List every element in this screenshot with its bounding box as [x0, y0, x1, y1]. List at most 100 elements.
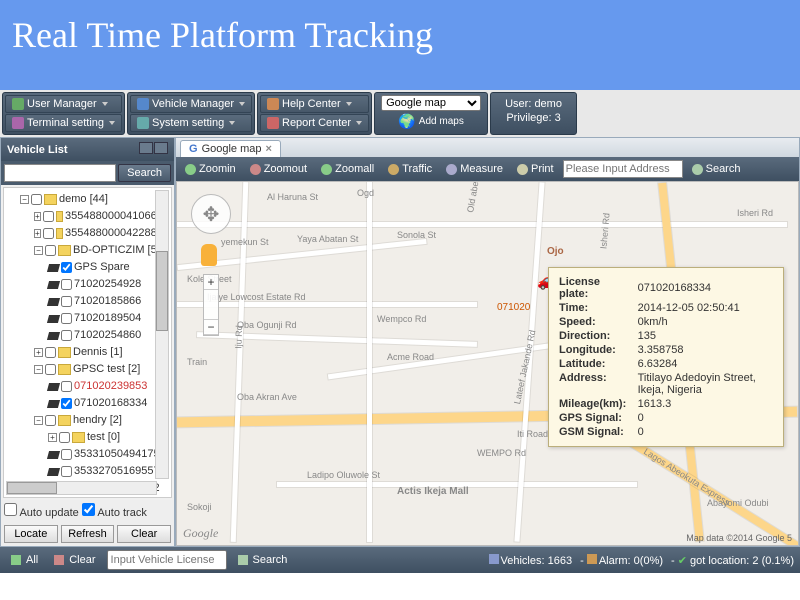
road-label: Wempco Rd [377, 314, 426, 324]
node-checkbox[interactable] [45, 245, 56, 256]
map-canvas[interactable]: Al Haruna St Ogd Yaya Abatan St Sonola S… [176, 181, 799, 546]
zoom-minus[interactable]: − [204, 320, 218, 335]
node-checkbox[interactable] [45, 415, 56, 426]
vehicle-search-button[interactable]: Search [118, 164, 171, 182]
zoom-control[interactable]: +− [203, 274, 219, 336]
toggle-icon[interactable]: − [34, 246, 43, 255]
tree-item[interactable]: GPS Spare [74, 259, 130, 276]
vehicle-list-title: Vehicle List [7, 144, 68, 156]
pegman-icon[interactable] [201, 244, 217, 266]
info-longitude: 3.358758 [638, 344, 773, 356]
toggle-icon[interactable]: + [34, 229, 41, 238]
node-checkbox[interactable] [61, 398, 72, 409]
tree-item[interactable]: 71020254860 [74, 327, 141, 344]
tree-item[interactable]: 353310504941754 [74, 446, 166, 463]
tree-item-demo[interactable]: demo [44] [59, 191, 108, 208]
toggle-icon[interactable]: + [48, 433, 57, 442]
system-setting-button[interactable]: System setting [130, 114, 252, 132]
system-setting-label: System setting [152, 117, 224, 129]
auto-track-checkbox[interactable] [82, 503, 95, 516]
road-label: Old abe [465, 181, 480, 213]
map-type-select[interactable]: Google map [381, 95, 481, 111]
add-maps-button[interactable]: 🌍Add maps [398, 113, 463, 130]
tree-item[interactable]: 71020185866 [74, 293, 141, 310]
license-search-button[interactable]: Search [233, 552, 293, 568]
panel-controls [138, 142, 168, 157]
zoomall-button[interactable]: Zoomall [316, 161, 379, 177]
tree-item[interactable]: 355488000042288 [1 [65, 225, 169, 242]
node-checkbox[interactable] [59, 432, 70, 443]
measure-button[interactable]: Measure [441, 161, 508, 177]
device-icon [47, 468, 60, 476]
node-checkbox[interactable] [45, 364, 56, 375]
vehicle-icon [137, 98, 149, 110]
node-checkbox[interactable] [31, 194, 42, 205]
node-checkbox[interactable] [43, 211, 54, 222]
tree-hscrollbar[interactable] [6, 481, 157, 495]
help-center-button[interactable]: Help Center [260, 95, 369, 113]
license-search-input[interactable] [107, 550, 227, 570]
tree-item[interactable]: GPSC test [2] [73, 361, 140, 378]
road-label: Sokoji [187, 502, 212, 512]
terminal-setting-button[interactable]: Terminal setting [5, 114, 122, 132]
print-icon [517, 164, 528, 175]
tree-item[interactable]: 355488000041066 [1 [65, 208, 169, 225]
pan-control[interactable] [191, 194, 231, 234]
auto-update-checkbox[interactable] [4, 503, 17, 516]
vehicle-search-input[interactable] [4, 164, 116, 182]
tree-item[interactable]: test [0] [87, 429, 120, 446]
node-checkbox[interactable] [45, 347, 56, 358]
clear-button[interactable]: Clear [117, 525, 171, 543]
report-center-button[interactable]: Report Center [260, 114, 369, 132]
zoom-plus[interactable]: + [204, 275, 218, 290]
tab-close-button[interactable]: × [266, 143, 272, 155]
node-checkbox[interactable] [61, 330, 72, 341]
traffic-button[interactable]: Traffic [383, 161, 437, 177]
tree-item[interactable]: 71020189504 [74, 310, 141, 327]
vehicle-tree[interactable]: − demo [44] +355488000041066 [1 +35548800… [3, 187, 172, 498]
place-label: Ojo [547, 246, 564, 257]
tree-vscrollbar[interactable] [155, 190, 169, 479]
node-checkbox[interactable] [61, 381, 72, 392]
tree-item-selected[interactable]: 071020168334 [74, 395, 147, 412]
map-tab[interactable]: G Google map × [180, 140, 281, 157]
tree-item[interactable]: 071020239853 [74, 378, 147, 395]
tree-item[interactable]: 353327051695578 [74, 463, 166, 480]
info-gsm: 0 [638, 426, 773, 438]
toggle-icon[interactable]: + [34, 348, 43, 357]
locate-button[interactable]: Locate [4, 525, 58, 543]
tree-item[interactable]: 71020254928 [74, 276, 141, 293]
address-input[interactable] [563, 160, 683, 178]
device-icon [47, 281, 60, 289]
device-icon [47, 400, 60, 408]
zoomall-icon [321, 164, 332, 175]
road-label: Ijaiye Lowcost Estate Rd [207, 292, 306, 302]
user-manager-button[interactable]: User Manager [5, 95, 122, 113]
select-all-button[interactable]: All [6, 552, 43, 568]
toggle-icon[interactable]: − [34, 416, 43, 425]
road-label: Ogd [357, 188, 374, 198]
print-button[interactable]: Print [512, 161, 559, 177]
zoomin-button[interactable]: Zoomin [180, 161, 241, 177]
node-checkbox[interactable] [61, 449, 72, 460]
node-checkbox[interactable] [61, 279, 72, 290]
node-checkbox[interactable] [61, 262, 72, 273]
toggle-icon[interactable]: − [34, 365, 43, 374]
tree-item[interactable]: BD-OPTICZIM [5] [73, 242, 160, 259]
zoomout-button[interactable]: Zoomout [245, 161, 312, 177]
toggle-icon[interactable]: − [20, 195, 29, 204]
vehicle-manager-button[interactable]: Vehicle Manager [130, 95, 252, 113]
node-checkbox[interactable] [43, 228, 54, 239]
collapse-button[interactable] [139, 142, 153, 154]
add-maps-label: Add maps [419, 116, 464, 127]
node-checkbox[interactable] [61, 313, 72, 324]
tree-item[interactable]: hendry [2] [73, 412, 122, 429]
refresh-button[interactable]: Refresh [61, 525, 115, 543]
address-search-button[interactable]: Search [687, 161, 746, 177]
tree-item[interactable]: Dennis [1] [73, 344, 123, 361]
close-panel-button[interactable] [154, 142, 168, 154]
clear-all-button[interactable]: Clear [49, 552, 100, 568]
toggle-icon[interactable]: + [34, 212, 41, 221]
node-checkbox[interactable] [61, 296, 72, 307]
node-checkbox[interactable] [61, 466, 72, 477]
